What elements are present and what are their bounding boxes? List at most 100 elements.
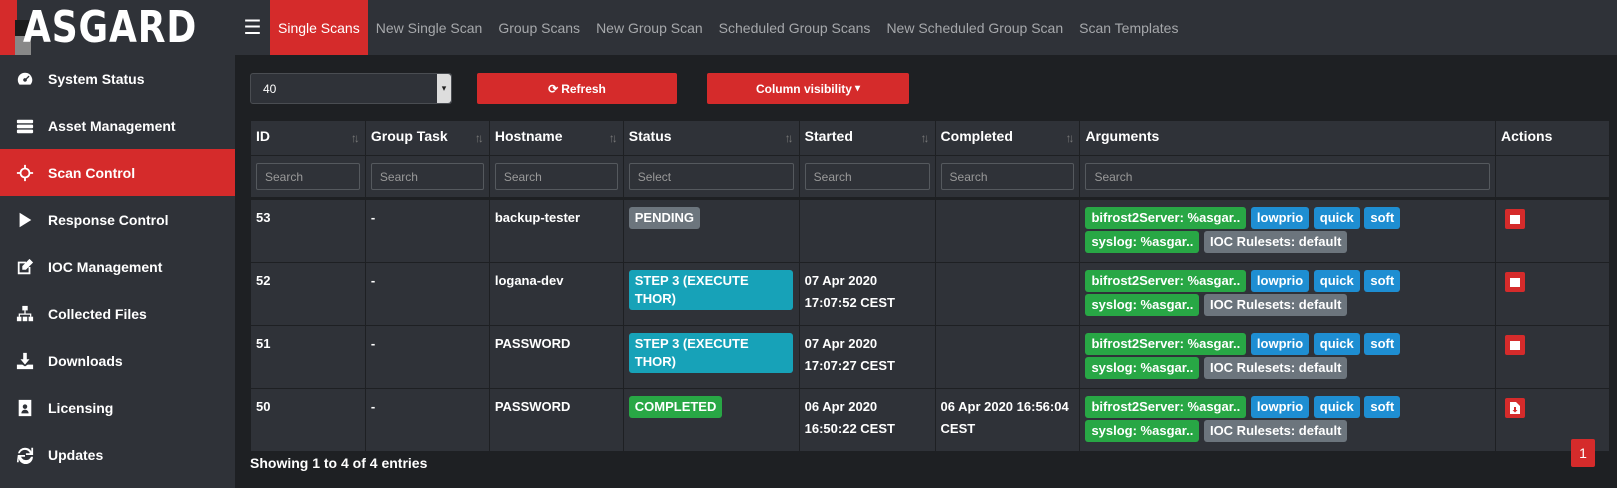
sidebar-item-label: Response Control [48, 211, 169, 228]
refresh-button[interactable]: ⟳ Refresh [477, 73, 677, 104]
sidebar-item-ioc-management[interactable]: IOC Management [0, 243, 235, 290]
started-time: 16:50:22 CEST [804, 421, 895, 436]
status-filter-select[interactable]: Select [628, 163, 794, 190]
sidebar-item-response-control[interactable]: Response Control [0, 196, 235, 243]
filter-cell: Search [250, 155, 366, 199]
filter-cell: Search [934, 155, 1081, 199]
refresh-icon [16, 446, 34, 464]
sitemap-icon [16, 305, 34, 323]
cell-completed [934, 325, 1081, 389]
column-header-label: Status [628, 128, 672, 144]
column-header-hostname[interactable]: Hostname ↑↓ [488, 120, 624, 156]
search-input-started[interactable]: Search [804, 163, 930, 190]
sidebar-item-collected-files[interactable]: Collected Files [0, 290, 235, 337]
search-input-completed[interactable]: Search [940, 163, 1075, 190]
sidebar-item-scan-control[interactable]: Scan Control [0, 149, 235, 196]
argument-badge: lowprio [1250, 207, 1310, 229]
column-header-status[interactable]: Status ↑↓ [622, 120, 800, 156]
page-length-select[interactable]: 40 ▾ [250, 73, 452, 104]
cell-actions [1495, 325, 1610, 389]
search-input-arguments[interactable]: Search [1085, 163, 1491, 190]
sidebar-item-updates[interactable]: Updates [0, 431, 235, 478]
cell-id: 50 [250, 388, 366, 452]
table-info: Showing 1 to 4 of 4 entries [250, 455, 428, 471]
cell-hostname: backup-tester [488, 197, 624, 263]
tab-group-scans[interactable]: Group Scans [490, 0, 588, 55]
column-header-started[interactable]: Started ↑↓ [798, 120, 936, 156]
chevron-down-icon: ▾ [437, 74, 451, 103]
argument-badge: soft [1364, 333, 1401, 355]
search-input-hostname[interactable]: Search [494, 163, 618, 190]
tab-new-group-scan[interactable]: New Group Scan [588, 0, 711, 55]
table-row: 51- PASSWORD STEP 3 (EXECUTE THOR) 07 Apr 2… [250, 325, 1610, 389]
column-visibility-label: Column visibility [755, 81, 852, 96]
cell-status: STEP 3 (EXECUTE THOR) [622, 262, 800, 326]
tab-new-single-scan[interactable]: New Single Scan [368, 0, 491, 55]
column-header-label: Completed [940, 128, 1013, 144]
filter-row: Search Search Search Select Search Search Sear… [250, 155, 1610, 199]
status-badge: COMPLETED [628, 396, 723, 418]
cell-completed: 06 Apr 2020 16:56:04 CEST [934, 388, 1081, 452]
cell-id: 53 [250, 197, 366, 263]
cell-started: 07 Apr 2020 17:07:52 CEST [798, 262, 936, 326]
argument-badge: quick [1313, 207, 1360, 229]
column-header-label: Group Task [370, 128, 448, 144]
cell-started: 06 Apr 2020 16:50:22 CEST [798, 388, 936, 452]
column-header-completed[interactable]: Completed ↑↓ [934, 120, 1081, 156]
completed-tz: CEST [940, 421, 976, 436]
table-row: 52- logana-dev STEP 3 (EXECUTE THOR) 07 Apr… [250, 262, 1610, 326]
tab-scan-templates[interactable]: Scan Templates [1071, 0, 1186, 55]
refresh-icon: ⟳ [548, 81, 559, 96]
sidebar: ASGARD System Status Asset Management Sc… [0, 0, 235, 488]
sidebar-item-downloads[interactable]: Downloads [0, 337, 235, 384]
search-input-group-task[interactable]: Search [370, 163, 484, 190]
sort-icon: ↑↓ [350, 131, 360, 145]
stop-scan-button[interactable] [1505, 335, 1526, 355]
column-header-label: ID [256, 128, 270, 144]
id-badge-icon [16, 399, 34, 417]
stop-scan-button[interactable] [1505, 209, 1526, 229]
column-header-label: Arguments [1085, 128, 1160, 144]
sort-icon: ↑↓ [920, 131, 930, 145]
tab-new-scheduled-group-scan[interactable]: New Scheduled Group Scan [878, 0, 1071, 55]
cell-started [798, 197, 936, 263]
column-visibility-button[interactable]: Column visibility ▾ [707, 73, 909, 104]
argument-badge: syslog: %asgar.. [1085, 420, 1200, 442]
column-header-id[interactable]: ID ↑↓ [250, 120, 366, 156]
argument-badge: soft [1364, 270, 1401, 292]
column-header-group-task[interactable]: Group Task ↑↓ [364, 120, 490, 156]
cell-completed [934, 197, 1081, 263]
sidebar-item-label: Asset Management [48, 117, 176, 134]
page-length-value: 40 [263, 81, 277, 96]
status-badge: STEP 3 (EXECUTE THOR) [628, 333, 793, 373]
cell-arguments: bifrost2Server: %asgar.. lowprio quick s… [1079, 197, 1497, 263]
logo[interactable]: ASGARD [0, 0, 235, 55]
sidebar-item-label: Scan Control [48, 164, 136, 181]
argument-badge: IOC Rulesets: default [1203, 294, 1348, 316]
menu-toggle-icon[interactable]: ☰ [235, 0, 270, 55]
stop-icon [1510, 277, 1521, 287]
stop-scan-button[interactable] [1505, 272, 1526, 292]
table-controls: 40 ▾ ⟳ Refresh Column visibility ▾ [250, 73, 909, 104]
column-header-actions: Actions [1495, 120, 1610, 156]
cell-hostname: PASSWORD [488, 325, 624, 389]
cell-arguments: bifrost2Server: %asgar.. lowprio quick s… [1079, 325, 1497, 389]
sidebar-item-label: IOC Management [48, 258, 163, 275]
column-header-label: Actions [1501, 128, 1553, 144]
cell-completed [934, 262, 1081, 326]
download-results-button[interactable] [1505, 398, 1526, 418]
argument-badge: bifrost2Server: %asgar.. [1085, 270, 1247, 292]
filter-cell: Search [1079, 155, 1497, 199]
tab-single-scans[interactable]: Single Scans [270, 0, 368, 55]
pagination-page-1[interactable]: 1 [1571, 439, 1595, 467]
cell-status: PENDING [622, 197, 800, 263]
search-input-id[interactable]: Search [256, 163, 360, 190]
sort-icon: ↑↓ [784, 131, 794, 145]
argument-badge: syslog: %asgar.. [1085, 357, 1200, 379]
filter-cell: Select [622, 155, 800, 199]
sidebar-item-asset-management[interactable]: Asset Management [0, 102, 235, 149]
column-header-label: Started [804, 128, 853, 144]
sidebar-item-licensing[interactable]: Licensing [0, 384, 235, 431]
sidebar-item-system-status[interactable]: System Status [0, 55, 235, 102]
tab-scheduled-group-scans[interactable]: Scheduled Group Scans [711, 0, 879, 55]
